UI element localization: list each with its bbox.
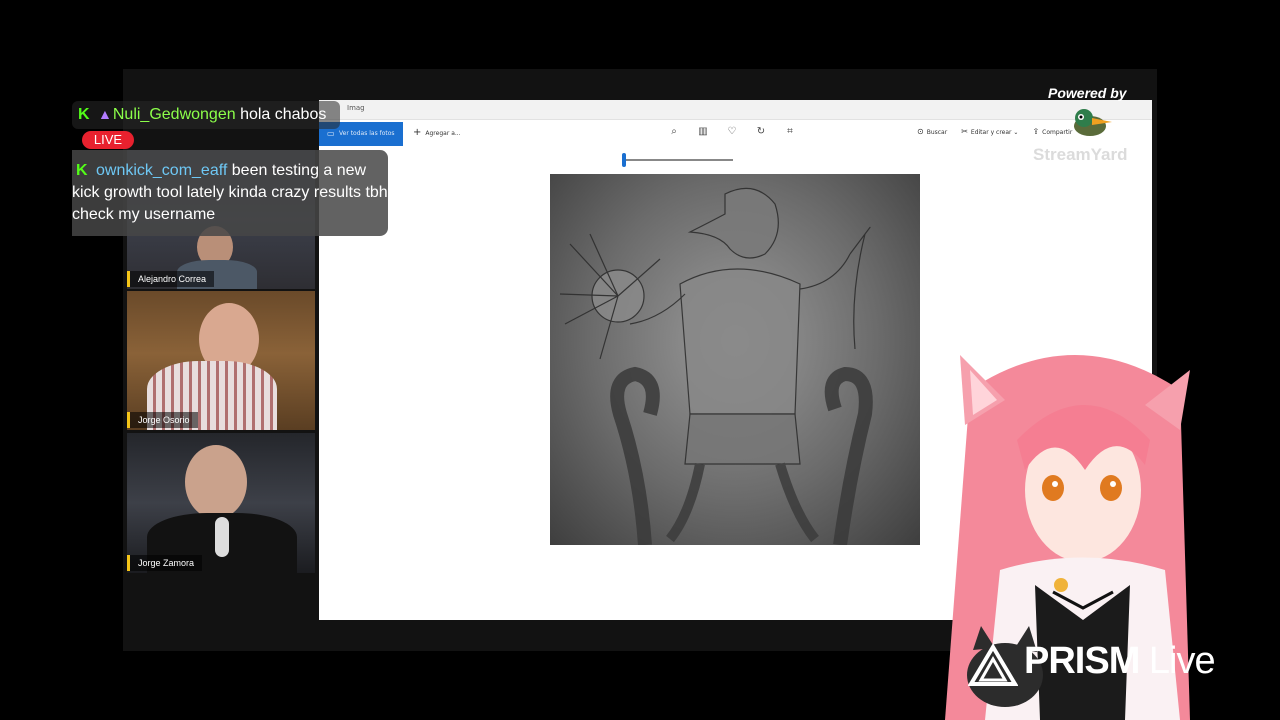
- participant-name-label: Alejandro Correa: [127, 271, 215, 287]
- chat-text: hola chabos: [240, 106, 327, 123]
- zoom-icon[interactable]: ⌕: [669, 126, 679, 138]
- share-button[interactable]: ⇪ Compartir: [1032, 127, 1072, 136]
- chat-message: K ▲Nuli_Gedwongen hola chabos: [72, 101, 341, 129]
- photos-toolbar: ▭ Ver todas las fotos + Agregar a... ⌕ ▥ …: [319, 122, 1152, 146]
- edit-icon: ✂: [961, 127, 968, 136]
- streamyard-duck-icon: [1074, 109, 1112, 136]
- photos-titlebar: Imag: [319, 100, 1152, 120]
- rotate-icon[interactable]: ↻: [756, 126, 766, 138]
- prism-live-watermark: PRISM Live: [1024, 640, 1216, 683]
- participant-name-label: Jorge Osorio: [127, 412, 198, 428]
- add-to-button[interactable]: + Agregar a...: [413, 127, 461, 138]
- displayed-artwork: [550, 174, 920, 545]
- photo-actions: ⌕ ▥ ♡ ↻ ⌗: [669, 126, 795, 138]
- participant-video-jorge-zamora: Jorge Zamora: [127, 433, 315, 573]
- participant-name-label: Jorge Zamora: [127, 555, 203, 571]
- edit-create-label: Editar y crear: [970, 129, 1012, 136]
- search-button[interactable]: ⊙ Buscar: [917, 127, 947, 136]
- microphone-icon: [215, 517, 229, 557]
- favorite-heart-icon[interactable]: ♡: [727, 126, 737, 138]
- live-badge: LIVE: [82, 131, 134, 149]
- moderator-badge-icon: ▲: [98, 106, 112, 122]
- prism-live-label: Live: [1148, 640, 1216, 682]
- view-all-photos-label: Ver todas las fotos: [339, 130, 395, 137]
- chat-username[interactable]: Nuli_Gedwongen: [113, 106, 236, 123]
- zoom-slider-thumb[interactable]: [622, 153, 627, 167]
- zoom-slider[interactable]: [622, 153, 733, 167]
- photos-toolbar-right: ⊙Buscar ✂Editar y crear ⌄ ⇪Compartir ...: [917, 127, 1092, 136]
- kick-logo-icon: K: [76, 162, 88, 179]
- plus-icon: +: [413, 127, 422, 138]
- share-label: Compartir: [1042, 129, 1073, 136]
- photos-window-title: Imag: [347, 104, 365, 112]
- search-icon: ⊙: [917, 127, 924, 136]
- participant-head: [185, 445, 247, 519]
- chat-message: Kownkick_com_eaff been testing a new kic…: [72, 150, 388, 236]
- bird-headed-deity-drawing: [559, 187, 873, 545]
- participant-video-jorge-osorio: Jorge Osorio: [127, 291, 315, 430]
- delete-icon[interactable]: ▥: [698, 126, 708, 138]
- powered-by-label: Powered by: [1048, 85, 1127, 101]
- share-icon: ⇪: [1032, 127, 1040, 136]
- chat-username[interactable]: ownkick_com_eaff: [96, 162, 227, 179]
- streamyard-watermark: StreamYard: [1033, 145, 1128, 164]
- crop-icon[interactable]: ⌗: [785, 126, 795, 138]
- kick-logo-icon: K: [78, 106, 90, 123]
- edit-create-button[interactable]: ✂ Editar y crear ⌄: [961, 127, 1018, 136]
- search-label: Buscar: [926, 129, 948, 136]
- prism-logo-icon: [968, 644, 1018, 686]
- add-to-label: Agregar a...: [425, 130, 461, 137]
- prism-label: PRISM: [1024, 640, 1140, 682]
